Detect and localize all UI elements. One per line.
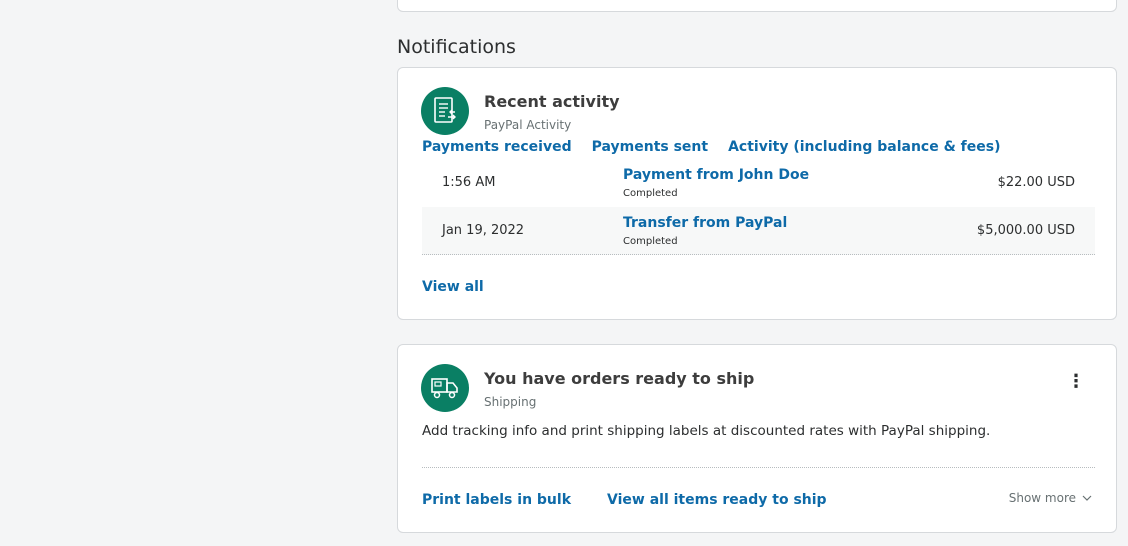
activity-card-title: Recent activity xyxy=(484,92,620,111)
shipping-description: Add tracking info and print shipping lab… xyxy=(422,423,991,439)
transaction-title-link[interactable]: Payment from John Doe xyxy=(623,167,809,183)
transaction-title-link[interactable]: Transfer from PayPal xyxy=(623,215,787,231)
shipping-card-subtitle: Shipping xyxy=(484,395,537,409)
activity-filter-links: Payments received Payments sent Activity… xyxy=(422,139,1001,155)
activity-all-link[interactable]: Activity (including balance & fees) xyxy=(728,139,1000,155)
view-all-link[interactable]: View all xyxy=(422,279,484,295)
transaction-list: 1:56 AM Payment from John Doe Completed … xyxy=(422,159,1095,255)
transaction-status: Completed xyxy=(623,188,678,199)
payments-sent-link[interactable]: Payments sent xyxy=(592,139,708,155)
payments-received-link[interactable]: Payments received xyxy=(422,139,572,155)
show-more-button[interactable]: Show more xyxy=(1009,491,1092,505)
notifications-heading: Notifications xyxy=(397,36,516,58)
activity-card-subtitle: PayPal Activity xyxy=(484,118,572,132)
transaction-amount: $5,000.00 USD xyxy=(976,223,1075,238)
divider xyxy=(422,467,1095,468)
transaction-amount: $22.00 USD xyxy=(997,175,1075,190)
transaction-row[interactable]: 1:56 AM Payment from John Doe Completed … xyxy=(422,159,1095,207)
previous-card xyxy=(397,0,1117,12)
print-labels-link[interactable]: Print labels in bulk xyxy=(422,492,571,508)
shipping-card-title: You have orders ready to ship xyxy=(484,369,755,388)
page: Notifications Recent activity PayPal Act… xyxy=(0,0,1128,546)
shipping-card: You have orders ready to ship Shipping ⋮… xyxy=(397,344,1117,533)
view-ready-items-link[interactable]: View all items ready to ship xyxy=(607,492,827,508)
shipping-actions: Print labels in bulk View all items read… xyxy=(422,492,827,508)
transaction-row[interactable]: Jan 19, 2022 Transfer from PayPal Comple… xyxy=(422,207,1095,255)
shipping-truck-icon xyxy=(421,364,469,412)
chevron-down-icon xyxy=(1082,495,1092,501)
more-vertical-icon[interactable]: ⋮ xyxy=(1066,371,1086,393)
show-more-label: Show more xyxy=(1008,491,1076,505)
recent-activity-card: Recent activity PayPal Activity Payments… xyxy=(397,67,1117,320)
transaction-date: Jan 19, 2022 xyxy=(442,223,525,238)
activity-list-icon xyxy=(421,87,469,135)
transaction-status: Completed xyxy=(623,236,678,247)
transaction-date: 1:56 AM xyxy=(442,175,496,190)
